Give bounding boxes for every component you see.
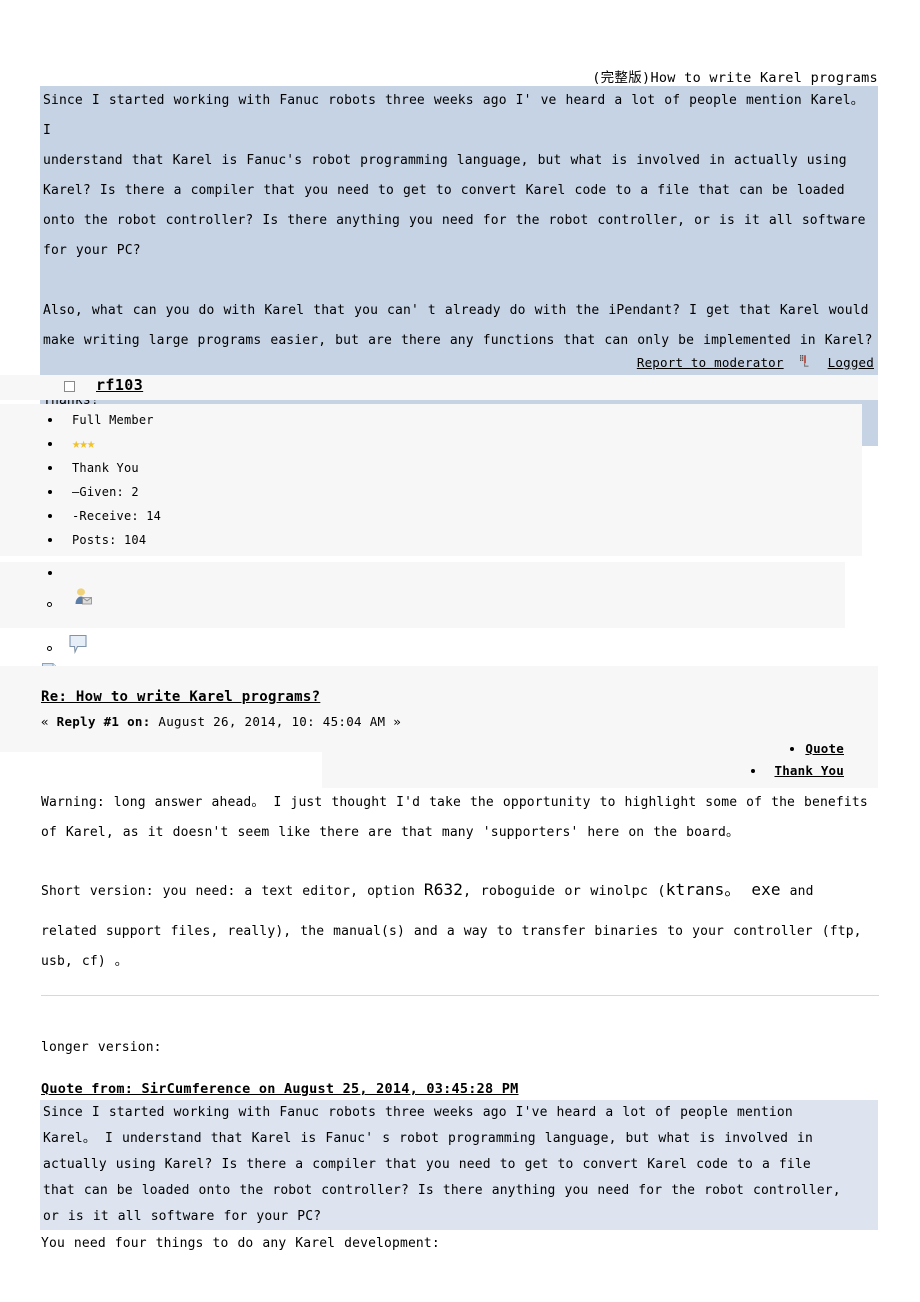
reply-actions: Quote Thank You [579, 738, 879, 782]
user-action-icons [0, 562, 845, 662]
op-line: understand that Karel is Fanuc's robot p… [43, 153, 847, 168]
body-line: related support files, really), the manu… [41, 924, 862, 939]
nested-quote-header-link[interactable]: Quote from: SirCumference on August 25, … [41, 1081, 519, 1097]
short-version-lead: Short version: you need: a text editor, … [41, 884, 424, 899]
reply-body-warning: Warning: long answer ahead。 I just thoug… [41, 788, 879, 848]
body-line: longer version: [41, 1040, 162, 1055]
list-item: ★★★ [0, 432, 862, 456]
ktrans-exe: ktrans。 exe [665, 880, 781, 899]
quote-link[interactable]: Quote [805, 741, 844, 756]
layout-notch [0, 752, 322, 788]
reply-number-label: Reply #1 on: [56, 714, 151, 729]
thank-you-link[interactable]: Thank You [774, 763, 844, 778]
stat-label: Posts: 104 [72, 533, 147, 547]
list-item: Thank You [579, 760, 879, 782]
reply-date: August 26, 2014, 10: 45:04 AM [158, 714, 386, 729]
stat-label: -Receive: 14 [72, 509, 162, 523]
stat-label: —Given: 2 [72, 485, 139, 499]
logged-link[interactable]: Logged [828, 355, 874, 370]
list-item: Posts: 104 [0, 528, 862, 552]
body-line: usb, cf) 。 [41, 954, 128, 969]
list-item-spacer [0, 628, 845, 662]
user-header-row: rf103 [0, 375, 878, 400]
short-version-tail: and [780, 884, 814, 899]
nested-quote-panel: Since I started working with Fanuc robot… [40, 1100, 878, 1230]
op-line: for your PC? [43, 243, 141, 258]
logged-icon [798, 354, 814, 370]
list-item: —Given: 2 [0, 480, 862, 504]
quote-line: or is it all software for your PC? [43, 1209, 322, 1224]
op-line: Also, what can you do with Karel that yo… [43, 303, 869, 318]
body-line: of Karel, as it doesn't seem like there … [41, 825, 740, 840]
longer-version-label: longer version: [41, 1033, 879, 1063]
meta-prefix: « [41, 714, 49, 729]
body-line-short-version: Short version: you need: a text editor, … [41, 875, 879, 907]
list-item-email[interactable] [0, 584, 845, 628]
body-line: Warning: long answer ahead。 I just thoug… [41, 795, 868, 810]
op-line: Karel? Is there a compiler that you need… [43, 183, 845, 198]
op-line: onto the robot controller? Is there anyt… [43, 213, 866, 228]
post-footer-bar: Report to moderator Logged [40, 350, 878, 374]
list-item: Quote [579, 738, 879, 760]
stat-label: Full Member [72, 413, 154, 427]
reply-title-link[interactable]: Re: How to write Karel programs? [41, 689, 320, 705]
report-to-moderator-link[interactable]: Report to moderator [637, 355, 784, 370]
username-link[interactable]: rf103 [96, 376, 143, 394]
person-email-icon[interactable] [72, 586, 94, 612]
reply-body-short-version: Short version: you need: a text editor, … [41, 875, 879, 977]
quote-line: that can be loaded onto the robot contro… [43, 1183, 841, 1198]
list-item: Full Member [0, 408, 862, 432]
reply-meta: « Reply #1 on: August 26, 2014, 10: 45:0… [41, 714, 401, 729]
tail-line: You need four things to do any Karel dev… [41, 1236, 440, 1251]
op-line: Since I started working with Fanuc robot… [43, 93, 864, 138]
user-stats-list: Full Member ★★★ Thank You —Given: 2 -Rec… [0, 404, 862, 556]
document-page: (完整版)How to write Karel programs Since I… [0, 0, 920, 1302]
list-item [0, 562, 845, 584]
short-version-mid: , roboguide or winolpc ( [463, 883, 666, 899]
quote-line: actually using Karel? Is there a compile… [43, 1157, 811, 1172]
quote-line: Since I started working with Fanuc robot… [43, 1105, 793, 1120]
page-title: (完整版)How to write Karel programs [592, 70, 878, 86]
stat-label: Thank You [72, 461, 139, 475]
divider [41, 995, 879, 996]
list-item: -Receive: 14 [0, 504, 862, 528]
meta-suffix: » [393, 714, 402, 729]
rating-stars-icon: ★★★ [72, 436, 95, 452]
checkbox-icon[interactable] [64, 381, 75, 392]
list-item: Thank You [0, 456, 862, 480]
speech-bubble-icon[interactable] [68, 634, 90, 662]
option-code: R632 [423, 880, 464, 899]
quote-line: Karel。 I understand that Karel is Fanuc'… [43, 1131, 813, 1146]
